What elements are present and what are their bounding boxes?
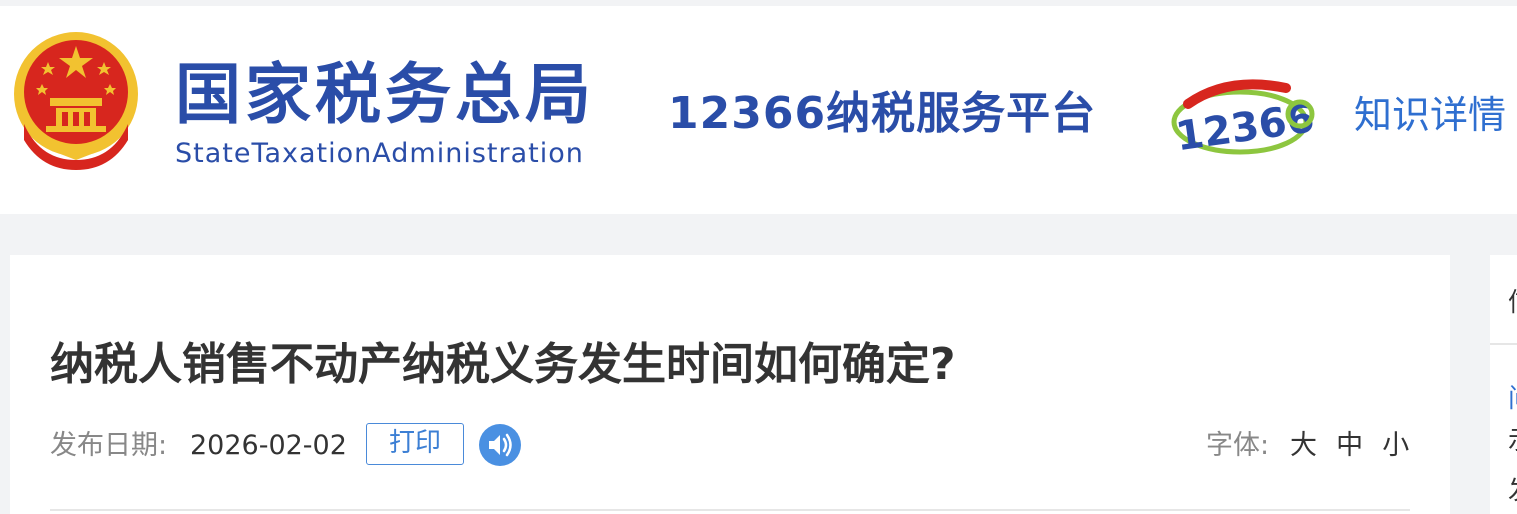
- sidebar-item[interactable]: 问: [1508, 383, 1517, 415]
- national-emblem-icon: [14, 32, 138, 170]
- site-header: 国家税务总局 StateTaxationAdministration 12366…: [0, 6, 1517, 214]
- font-size-large[interactable]: 大: [1290, 429, 1317, 463]
- sidebar-item[interactable]: 示: [1508, 425, 1517, 457]
- sidebar-heading: 信: [1508, 287, 1517, 319]
- knowledge-detail-link[interactable]: 知识详情: [1354, 90, 1506, 140]
- right-sidebar: 信 问 示 发: [1490, 255, 1517, 514]
- 12366-logo-icon: 12366: [1171, 79, 1317, 160]
- font-size-options: 大 中 小: [1290, 429, 1423, 463]
- font-size-medium[interactable]: 中: [1336, 429, 1363, 463]
- sidebar-divider: [1490, 343, 1517, 345]
- font-size-small[interactable]: 小: [1382, 429, 1409, 463]
- font-size-label: 字体:: [1206, 430, 1270, 461]
- publish-date-label: 发布日期:: [50, 430, 168, 461]
- brand-name-en: StateTaxationAdministration: [175, 138, 584, 169]
- speaker-icon[interactable]: [478, 423, 522, 467]
- brand-name-cn: 国家税务总局: [175, 56, 595, 133]
- platform-name: 12366纳税服务平台: [668, 88, 1097, 139]
- meta-divider: [50, 509, 1410, 511]
- article-card: 纳税人销售不动产纳税义务发生时间如何确定? 发布日期: 2026-02-02 打…: [10, 255, 1450, 514]
- sidebar-item[interactable]: 发: [1508, 475, 1517, 507]
- article-meta: 发布日期: 2026-02-02 打印 字体: 大 中 小: [50, 423, 1410, 467]
- print-button[interactable]: 打印: [366, 423, 464, 465]
- page: 国家税务总局 StateTaxationAdministration 12366…: [0, 0, 1517, 514]
- publish-date: 2026-02-02: [190, 430, 347, 461]
- brand-block: 国家税务总局 StateTaxationAdministration: [175, 56, 595, 170]
- article-title: 纳税人销售不动产纳税义务发生时间如何确定?: [50, 339, 956, 390]
